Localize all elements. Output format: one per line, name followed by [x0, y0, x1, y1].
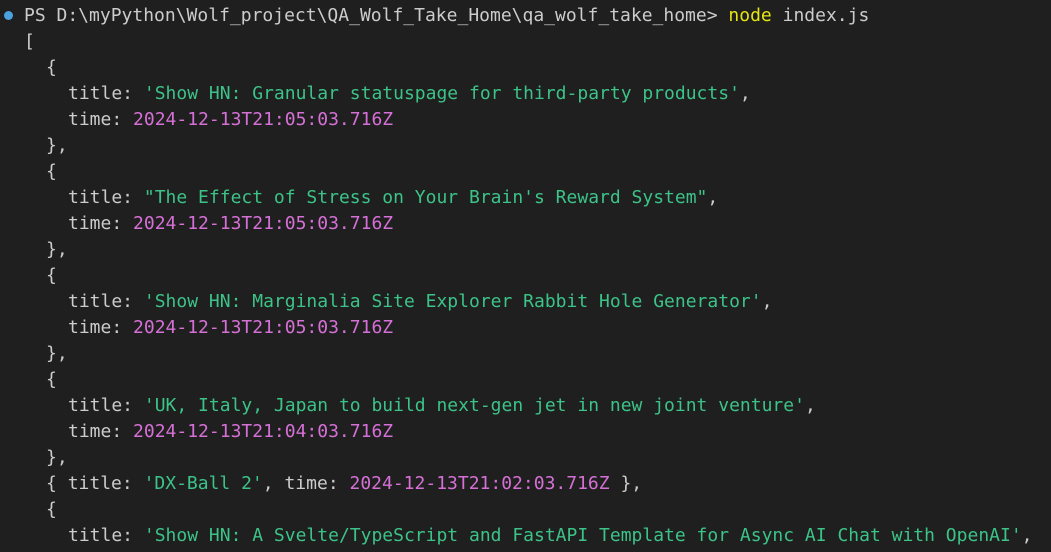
command-argument: index.js — [782, 5, 870, 26]
entry-title-line: title: "The Effect of Stress on Your Bra… — [68, 187, 719, 208]
object-open: { — [46, 265, 57, 286]
entry-time: 2024-12-13T21:04:03.716Z — [133, 421, 394, 442]
object-open: { — [46, 161, 57, 182]
entry-time: 2024-12-13T21:05:03.716Z — [133, 109, 394, 130]
object-open: { — [46, 499, 57, 520]
entry-time-line: time: 2024-12-13T21:04:03.716Z — [68, 421, 394, 442]
object-open: { — [46, 57, 57, 78]
object-open: { — [46, 369, 57, 390]
object-close: }, — [46, 343, 68, 364]
entry-title-line: title: 'UK, Italy, Japan to build next-g… — [68, 395, 816, 416]
object-close: }, — [46, 239, 68, 260]
status-dot-icon — [4, 11, 13, 20]
entry-title-line: title: 'Show HN: A Svelte/TypeScript and… — [68, 525, 1033, 546]
entry-time: 2024-12-13T21:02:03.716Z — [349, 473, 610, 494]
entry-time: 2024-12-13T21:05:03.716Z — [133, 317, 394, 338]
entry-time-line: time: 2024-12-13T21:05:03.716Z — [68, 317, 394, 338]
entry-time-line: time: 2024-12-13T21:05:03.716Z — [68, 213, 394, 234]
entry-title: 'Show HN: Granular statuspage for third-… — [143, 83, 740, 104]
entry-title-line: title: 'Show HN: Granular statuspage for… — [68, 83, 751, 104]
prompt-path: PS D:\myPython\Wolf_project\QA_Wolf_Take… — [24, 5, 718, 26]
entry-title: 'DX-Ball 2' — [143, 473, 263, 494]
entry-time: 2024-12-13T21:05:03.716Z — [133, 213, 394, 234]
entry-title: "The Effect of Stress on Your Brain's Re… — [143, 187, 708, 208]
entry-title: 'Show HN: Marginalia Site Explorer Rabbi… — [143, 291, 762, 312]
entry-title: 'Show HN: A Svelte/TypeScript and FastAP… — [143, 525, 1022, 546]
prompt-line: PS D:\myPython\Wolf_project\QA_Wolf_Take… — [0, 3, 1051, 29]
entry-time-line: time: 2024-12-13T21:05:03.716Z — [68, 109, 394, 130]
entry-title-line: title: 'Show HN: Marginalia Site Explore… — [68, 291, 773, 312]
object-close: }, — [46, 135, 68, 156]
command-name: node — [728, 5, 772, 26]
terminal-output[interactable]: PS D:\myPython\Wolf_project\QA_Wolf_Take… — [0, 0, 1051, 552]
entry-inline-line: { title: 'DX-Ball 2', time: 2024-12-13T2… — [46, 473, 643, 494]
entry-title: 'UK, Italy, Japan to build next-gen jet … — [143, 395, 805, 416]
array-open: [ — [24, 31, 35, 52]
object-close: }, — [46, 447, 68, 468]
